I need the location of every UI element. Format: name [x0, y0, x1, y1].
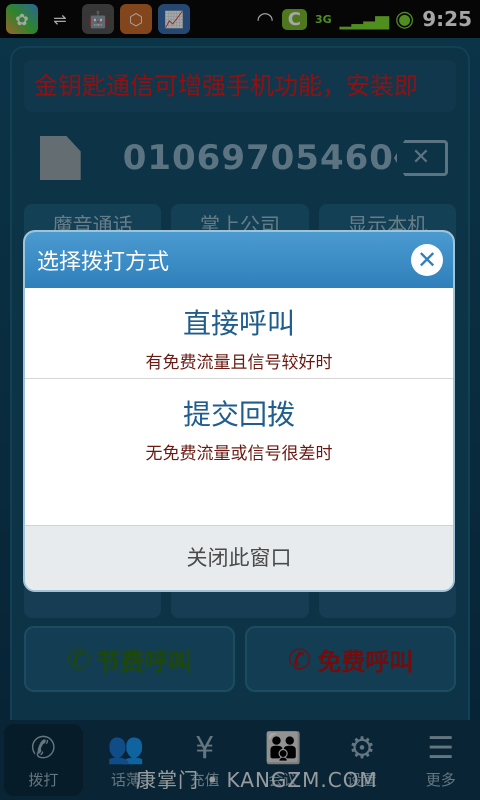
close-icon[interactable]: ✕ [411, 244, 443, 276]
choice-title: 直接呼叫 [182, 307, 295, 340]
choice-subtitle: 有免费流量且信号较好时 [145, 353, 333, 373]
close-window-button[interactable]: 关闭此窗口 [25, 525, 453, 590]
direct-call-option[interactable]: 直接呼叫 有免费流量且信号较好时 [25, 288, 453, 379]
choice-title: 提交回拨 [182, 398, 295, 431]
dialog-title: 选择拨打方式 [37, 250, 170, 275]
dial-mode-dialog: 选择拨打方式 ✕ 直接呼叫 有免费流量且信号较好时 提交回拨 无免费流量或信号很… [25, 232, 453, 590]
dialog-header: 选择拨打方式 ✕ [25, 232, 453, 288]
callback-option[interactable]: 提交回拨 无免费流量或信号很差时 [25, 379, 453, 525]
choice-subtitle: 无免费流量或信号很差时 [145, 444, 333, 464]
